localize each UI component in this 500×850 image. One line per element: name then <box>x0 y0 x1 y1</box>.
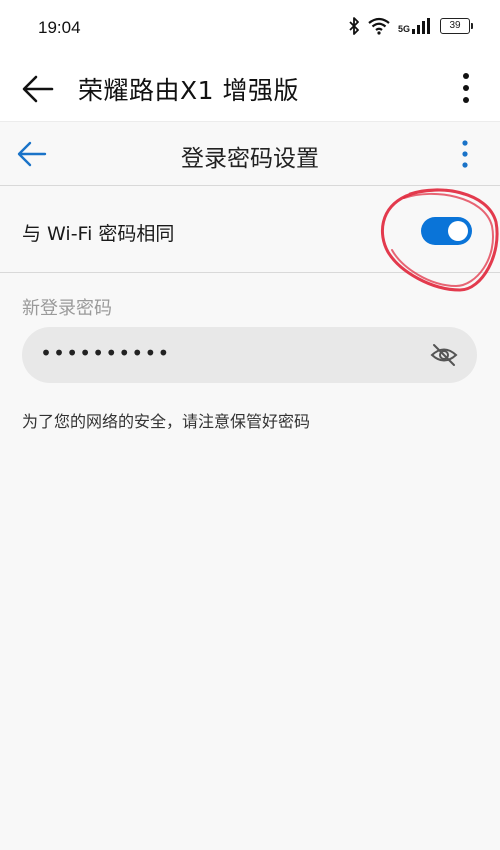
cellular-signal-icon: 5G <box>398 18 432 34</box>
status-icons: 5G 39 <box>348 17 473 35</box>
settings-header: 登录密码设置 <box>0 122 500 186</box>
security-hint: 为了您的网络的安全，请注意保管好密码 <box>22 412 311 431</box>
page-title: 登录密码设置 <box>181 146 319 172</box>
new-password-field[interactable]: •••••••••• <box>22 327 477 383</box>
password-value[interactable]: •••••••••• <box>40 341 170 365</box>
more-options-icon[interactable] <box>462 72 470 104</box>
same-as-wifi-row: 与 Wi-Fi 密码相同 <box>0 187 500 273</box>
app-title: 荣耀路由X1 增强版 <box>78 76 299 105</box>
eye-off-icon[interactable] <box>429 341 459 369</box>
battery-icon: 39 <box>440 18 473 34</box>
back-arrow-icon[interactable] <box>22 74 54 104</box>
status-time: 19:04 <box>38 18 81 37</box>
wifi-icon <box>368 17 390 35</box>
app-header: 荣耀路由X1 增强版 <box>0 56 500 122</box>
same-as-wifi-label: 与 Wi-Fi 密码相同 <box>22 223 175 245</box>
new-password-label: 新登录密码 <box>22 298 112 319</box>
toggle-knob <box>448 221 468 241</box>
settings-more-options-icon[interactable] <box>462 140 468 168</box>
bluetooth-icon <box>348 17 360 35</box>
same-as-wifi-toggle[interactable] <box>421 217 472 245</box>
status-bar: 19:04 5G 39 <box>0 0 500 56</box>
network-type-label: 5G <box>397 24 410 34</box>
